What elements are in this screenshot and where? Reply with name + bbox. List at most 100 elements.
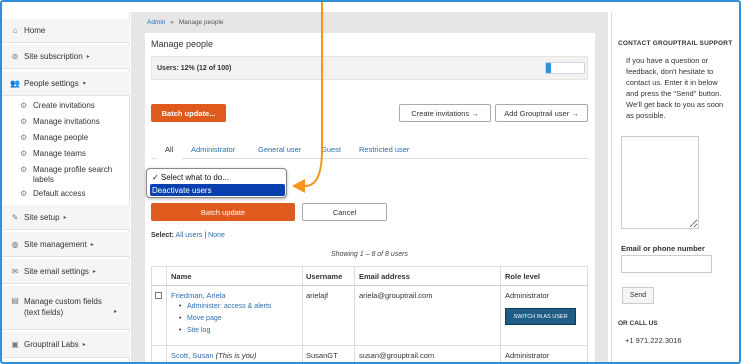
people-icon: 👥 xyxy=(10,79,20,88)
usage-label: Users: 12% (12 of 100) xyxy=(157,65,232,72)
sidebar-subitem-manage-people[interactable]: ⚙ Manage people xyxy=(2,133,130,142)
sidebar-item-label: Site management xyxy=(24,239,87,249)
showing-count: Showing 1 – 8 of 8 users xyxy=(330,251,409,258)
chevron-right-icon: ▸ xyxy=(90,241,94,248)
add-user-button[interactable]: Add Grouptrail user → xyxy=(495,104,588,122)
switch-in-as-user-button[interactable]: SWITCH IN AS USER xyxy=(505,308,576,325)
breadcrumb-admin-link[interactable]: Admin xyxy=(147,19,165,26)
username-cell: SusanGT xyxy=(306,351,338,360)
user-note: (This is you) xyxy=(215,351,257,360)
sidebar-subitem-manage-teams[interactable]: ⚙ Manage teams xyxy=(2,149,130,158)
chevron-down-icon: ▾ xyxy=(82,81,86,87)
select-none-link[interactable]: None xyxy=(208,232,225,239)
sidebar-subitem-manage-profile-search-labels[interactable]: ⚙ Manage profile search labels xyxy=(2,165,130,185)
gear-icon: ⚙ xyxy=(20,133,28,142)
tab-active-indicator xyxy=(157,158,182,160)
breadcrumb: Admin » Manage people xyxy=(147,19,224,26)
column-header-email[interactable]: Email address xyxy=(359,272,410,281)
select-option-placeholder[interactable]: ✓ Select what to do... xyxy=(150,171,285,183)
column-header-username[interactable]: Username xyxy=(306,272,342,281)
sidebar-subitem-label: Manage teams xyxy=(33,149,86,158)
sidebar-item-site-setup[interactable]: ✎ Site setup ▸ xyxy=(2,205,130,230)
wrench-icon: ✎ xyxy=(11,212,19,222)
batch-update-button[interactable]: Batch update xyxy=(151,203,295,221)
sidebar-item-label: Site subscription xyxy=(24,52,83,61)
column-header-role[interactable]: Role level xyxy=(505,272,540,281)
subscription-icon: ⊚ xyxy=(11,52,19,61)
sidebar-item-site-email-settings[interactable]: ✉ Site email settings ▸ xyxy=(2,259,130,284)
sidebar-subitem-default-access[interactable]: ⚙ Default access xyxy=(2,189,130,198)
sidebar-item-label: Home xyxy=(24,26,46,35)
home-icon: ⌂ xyxy=(12,26,18,35)
sidebar-item-grouptrail-labs[interactable]: ▣ Grouptrail Labs ▸ xyxy=(2,332,130,358)
gear-icon: ⚙ xyxy=(20,117,28,126)
chevron-right-icon: ▸ xyxy=(63,214,67,221)
sidebar-item-site-subscription[interactable]: ⊚ Site subscription ▸ xyxy=(2,45,130,69)
usage-progress-fill xyxy=(546,63,551,73)
email-cell: susan@grouptrail.com xyxy=(359,351,435,360)
gear-icon: ⚙ xyxy=(20,189,28,198)
create-invitations-button[interactable]: Create invitations → xyxy=(399,104,491,122)
row-divider xyxy=(151,345,588,346)
sidebar-subitem-label: Manage invitations xyxy=(33,117,100,126)
select-label: Select: xyxy=(151,232,174,239)
globe-icon: ◍ xyxy=(11,239,19,249)
support-email-field[interactable] xyxy=(621,255,712,273)
chevron-right-icon: ▸ xyxy=(114,309,118,315)
column-header-name[interactable]: Name xyxy=(171,272,191,281)
batch-update-top-button[interactable]: Batch update... xyxy=(151,104,226,122)
sidebar-item-site-management[interactable]: ◍ Site management ▸ xyxy=(2,232,130,257)
sidebar-subitem-create-invitations[interactable]: ⚙ Create invitations xyxy=(2,101,130,110)
or-call-us-label: OR CALL US xyxy=(618,320,658,327)
sidebar-item-manage-custom-fields[interactable]: ▤ Manage custom fields (text fields) ▸ xyxy=(2,286,130,330)
sidebar-subitem-label: Default access xyxy=(33,189,86,198)
sidebar-item-label: Grouptrail Labs xyxy=(24,340,79,349)
action-select-menu[interactable]: ✓ Select what to do... Deactivate users xyxy=(146,168,287,198)
envelope-icon: ✉ xyxy=(11,266,19,276)
chevron-right-icon: ▸ xyxy=(92,268,96,275)
sidebar-item-people-settings[interactable]: 👥 People settings ▾ xyxy=(2,72,130,96)
sidebar-item-label: Manage custom fields (text fields) xyxy=(24,297,102,317)
column-divider xyxy=(302,266,303,364)
sidebar-item-home[interactable]: ⌂ Home xyxy=(2,19,130,43)
user-name-link[interactable]: Scott, Susan xyxy=(171,351,214,360)
sidebar-subitem-label: Create invitations xyxy=(33,101,95,110)
usage-progress-bar xyxy=(545,62,585,74)
move-page-link[interactable]: Move page xyxy=(179,315,222,322)
tab-general-user[interactable]: General user xyxy=(258,145,301,154)
chevron-right-icon: ▸ xyxy=(86,54,90,60)
chevron-right-icon: ▸ xyxy=(82,342,86,348)
email-cell: ariela@grouptrail.com xyxy=(359,291,433,300)
tab-restricted-user[interactable]: Restricted user xyxy=(359,145,409,154)
tabs-divider xyxy=(151,158,588,159)
tab-all[interactable]: All xyxy=(165,145,173,154)
gear-icon: ⚙ xyxy=(20,101,28,110)
select-option-deactivate-users[interactable]: Deactivate users xyxy=(150,184,285,196)
sidebar: ⌂ Home ⊚ Site subscription ▸ 👥 People se… xyxy=(2,12,130,364)
breadcrumb-separator: » xyxy=(170,19,174,26)
sidebar-subitem-manage-invitations[interactable]: ⚙ Manage invitations xyxy=(2,117,130,126)
support-phone: +1 971.222.3016 xyxy=(625,336,682,345)
select-all-link[interactable]: All users xyxy=(176,232,203,239)
breadcrumb-current: Manage people xyxy=(178,19,224,26)
site-log-link[interactable]: Site log xyxy=(179,327,210,334)
user-name-link[interactable]: Friedman, Ariela xyxy=(171,291,226,300)
send-button[interactable]: Send xyxy=(622,287,654,304)
support-title: CONTACT GROUPTRAIL SUPPORT xyxy=(618,40,733,47)
page-title: Manage people xyxy=(151,39,214,49)
select-line: Select: All users | None xyxy=(151,232,225,239)
sidebar-subitem-label: Manage profile search labels xyxy=(33,165,113,184)
cancel-button[interactable]: Cancel xyxy=(302,203,387,221)
administer-link[interactable]: Administer: access & alerts xyxy=(179,303,271,310)
role-cell: Administrator xyxy=(505,351,550,360)
row-select-checkbox[interactable] xyxy=(155,292,162,299)
support-email-label: Email or phone number xyxy=(621,244,705,253)
support-message-textarea[interactable] xyxy=(621,136,699,229)
tab-administrator[interactable]: Administrator xyxy=(191,145,235,154)
column-divider xyxy=(354,266,355,364)
role-cell: Administrator xyxy=(505,291,550,300)
select-separator: | xyxy=(204,232,207,239)
tab-guest[interactable]: Guest xyxy=(321,145,341,154)
column-divider xyxy=(500,266,501,364)
username-cell: arielajf xyxy=(306,291,329,300)
